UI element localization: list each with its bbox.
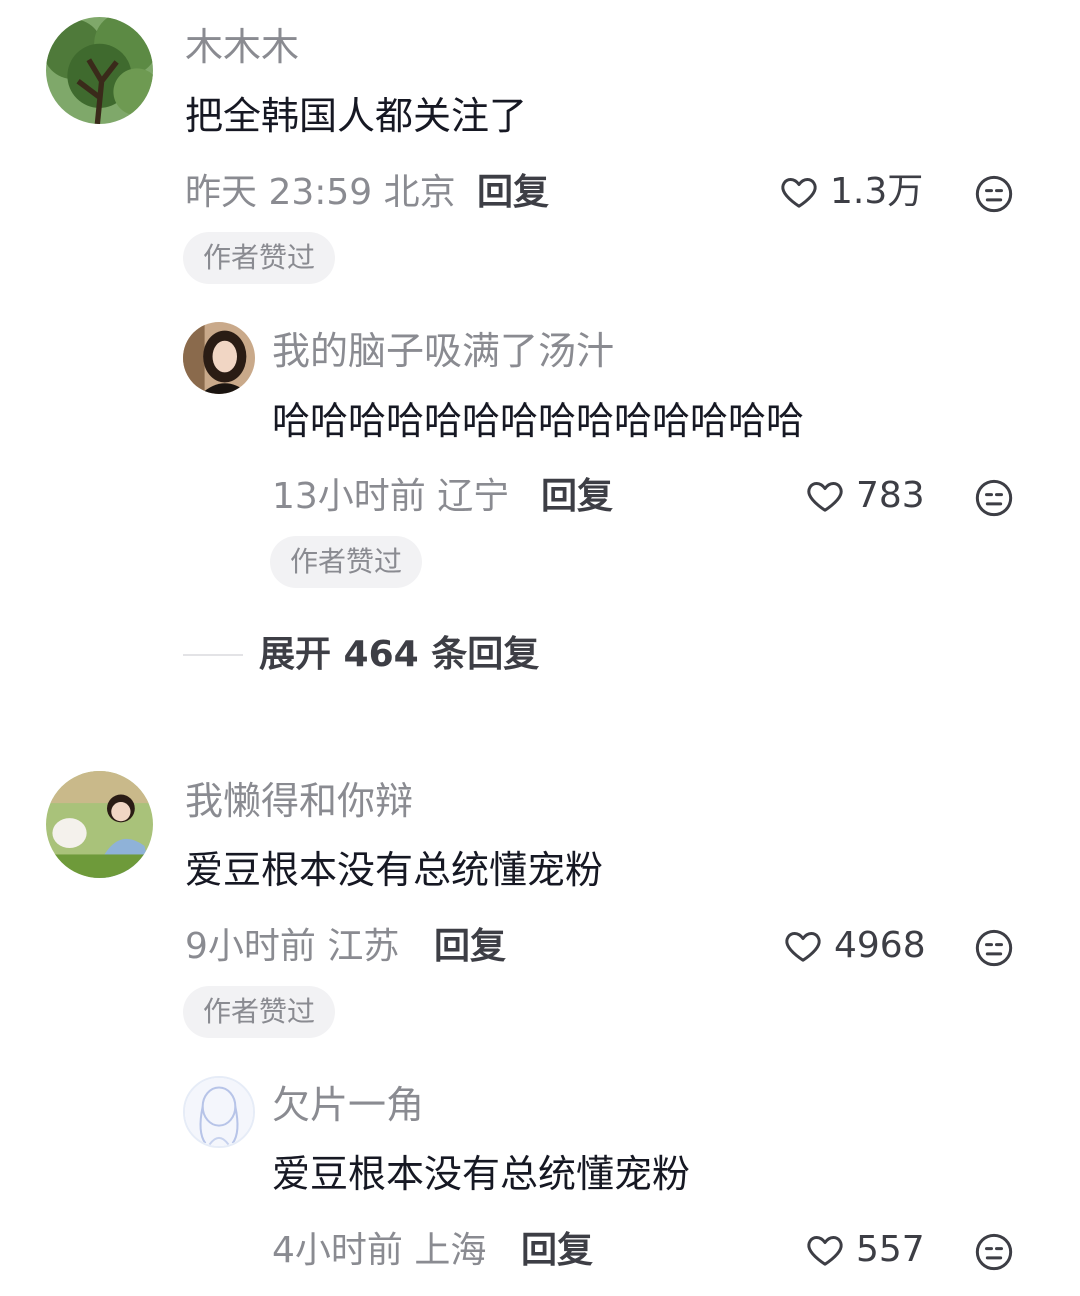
comment-text: 爱豆根本没有总统懂宠粉	[185, 848, 604, 892]
comment-location: 辽宁	[437, 476, 510, 517]
meh-face-icon	[975, 929, 1013, 967]
dislike-button[interactable]	[974, 1232, 1014, 1272]
dislike-button[interactable]	[974, 928, 1014, 968]
comment-time: 13小时前	[272, 476, 426, 517]
avatar[interactable]	[46, 17, 153, 124]
comment-time: 昨天 23:59	[185, 172, 373, 213]
avatar[interactable]	[183, 322, 255, 394]
heart-outline-icon	[785, 932, 821, 962]
reply-button[interactable]: 回复	[521, 1233, 593, 1269]
meh-face-icon	[975, 175, 1013, 213]
meh-face-icon	[975, 479, 1013, 517]
heart-outline-icon	[807, 482, 843, 512]
like-button[interactable]: 1.3万	[778, 172, 923, 212]
divider-line	[183, 654, 243, 656]
author-liked-badge: 作者赞过	[270, 536, 423, 588]
like-button[interactable]: 557	[804, 1230, 925, 1270]
like-count: 783	[856, 475, 925, 516]
heart-outline-icon	[781, 178, 817, 208]
reply-button[interactable]: 回复	[477, 175, 549, 211]
anime-sketch-avatar-icon	[185, 1078, 253, 1146]
comment-meta: 13小时前 辽宁	[272, 479, 509, 515]
like-count: 1.3万	[830, 171, 924, 212]
comment-text: 哈哈哈哈哈哈哈哈哈哈哈哈哈哈	[272, 399, 805, 443]
like-button[interactable]: 4968	[782, 926, 926, 966]
username[interactable]: 木木木	[185, 28, 299, 66]
reply-button[interactable]: 回复	[541, 479, 613, 515]
comment-meta: 4小时前 上海	[272, 1233, 486, 1269]
avatar[interactable]	[183, 1076, 255, 1148]
comment-text: 把全韩国人都关注了	[185, 94, 528, 138]
like-button[interactable]: 783	[804, 476, 925, 516]
girl-with-dog-avatar-icon	[46, 771, 153, 878]
like-count: 4968	[834, 925, 926, 966]
comment-time: 4小时前	[272, 1230, 403, 1271]
author-liked-badge: 作者赞过	[183, 232, 336, 284]
avatar[interactable]	[46, 771, 153, 878]
username[interactable]: 我的脑子吸满了汤汁	[272, 332, 614, 370]
reply-button[interactable]: 回复	[434, 929, 506, 965]
expand-replies-button[interactable]: 展开 464 条回复	[183, 637, 539, 673]
dislike-button[interactable]	[974, 174, 1014, 214]
username[interactable]: 欠片一角	[272, 1086, 424, 1124]
like-count: 557	[856, 1229, 925, 1270]
comment-location: 北京	[383, 172, 456, 213]
comment-location: 上海	[414, 1230, 487, 1271]
comment-location: 江苏	[327, 926, 400, 967]
meh-face-icon	[975, 1233, 1013, 1271]
comment-text: 爱豆根本没有总统懂宠粉	[272, 1152, 691, 1196]
comment-meta: 昨天 23:59 北京	[185, 175, 456, 211]
expand-replies-label: 展开 464 条回复	[259, 634, 540, 675]
author-liked-badge: 作者赞过	[183, 986, 336, 1038]
woman-portrait-avatar-icon	[183, 322, 255, 394]
tree-avatar-icon	[46, 17, 153, 124]
username[interactable]: 我懒得和你辩	[185, 782, 413, 820]
comment-time: 9小时前	[185, 926, 316, 967]
heart-outline-icon	[807, 1236, 843, 1266]
comment-meta: 9小时前 江苏	[185, 929, 399, 965]
dislike-button[interactable]	[974, 478, 1014, 518]
